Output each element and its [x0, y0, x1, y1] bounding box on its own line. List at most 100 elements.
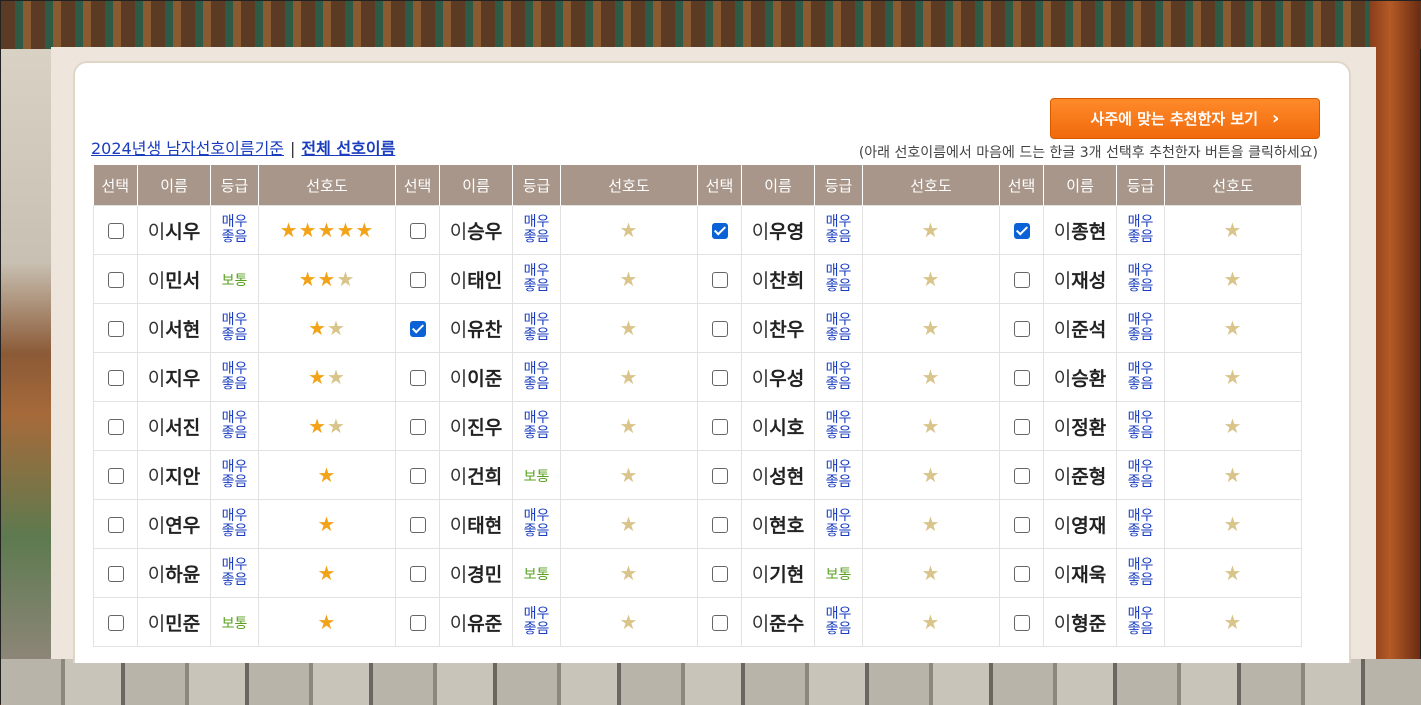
preference-cell: ★ — [258, 450, 396, 500]
name-checkbox[interactable] — [1013, 223, 1030, 239]
half-star-icon: ★ — [619, 267, 639, 291]
name-checkbox[interactable] — [711, 321, 728, 337]
preference-cell: ★ — [560, 205, 698, 255]
grade-badge: 매우 좋음 — [221, 312, 248, 343]
name-checkbox[interactable] — [711, 468, 728, 484]
name-checkbox[interactable] — [711, 370, 728, 386]
name-checkbox[interactable] — [711, 615, 728, 631]
preference-cell: ★ — [1164, 450, 1302, 500]
grade-badge: 매우 좋음 — [221, 459, 248, 490]
grade-badge: 매우 좋음 — [1127, 410, 1154, 441]
given-name: 서현 — [165, 318, 201, 341]
all-preference-link[interactable]: 전체 선호이름 — [301, 139, 395, 158]
grade-badge: 매우 좋음 — [825, 508, 852, 539]
name-checkbox[interactable] — [409, 419, 426, 435]
name-checkbox[interactable] — [1013, 468, 1030, 484]
name-checkbox[interactable] — [711, 223, 728, 239]
grade-cell: 매우 좋음 — [512, 499, 561, 549]
half-star-icon: ★ — [1223, 267, 1243, 291]
grade-cell: 매우 좋음 — [210, 548, 259, 598]
name-checkbox[interactable] — [107, 370, 124, 386]
name-cell: 이우영 — [741, 205, 815, 255]
name-checkbox[interactable] — [409, 272, 426, 288]
header-select: 선택 — [999, 165, 1044, 206]
name-checkbox[interactable] — [711, 272, 728, 288]
name-cell: 이하윤 — [137, 548, 211, 598]
star-rating: ★ — [922, 561, 941, 585]
given-name: 준형 — [1071, 465, 1107, 488]
surname: 이 — [1053, 563, 1072, 586]
name-checkbox[interactable] — [107, 272, 124, 288]
name-checkbox[interactable] — [409, 468, 426, 484]
name-cell: 이유준 — [439, 597, 513, 647]
preference-cell: ★ — [862, 597, 1000, 647]
full-name: 이형준 — [1054, 613, 1106, 635]
table-row: 이지우 매우 좋음 ★★ 이이준 매우 좋음 ★ 이우성 매우 좋음 ★ 이승환 매우 좋음 ★ — [93, 352, 1302, 402]
half-star-icon: ★ — [921, 610, 941, 634]
name-cell: 이민서 — [137, 254, 211, 304]
star-rating: ★ — [620, 561, 639, 585]
select-cell — [697, 254, 742, 304]
name-checkbox[interactable] — [409, 223, 426, 239]
name-checkbox[interactable] — [1013, 419, 1030, 435]
surname: 이 — [751, 514, 770, 537]
header-preference: 선호도 — [862, 165, 1000, 206]
name-cell: 이지우 — [137, 352, 211, 402]
half-star-icon: ★ — [1223, 316, 1243, 340]
name-checkbox[interactable] — [1013, 517, 1030, 533]
half-star-icon: ★ — [1223, 512, 1243, 536]
name-checkbox[interactable] — [711, 419, 728, 435]
name-checkbox[interactable] — [107, 419, 124, 435]
grade-cell: 매우 좋음 — [1116, 450, 1165, 500]
header-select: 선택 — [395, 165, 440, 206]
name-cell: 이기현 — [741, 548, 815, 598]
select-cell — [93, 450, 138, 500]
name-checkbox[interactable] — [409, 615, 426, 631]
grade-cell: 매우 좋음 — [814, 303, 863, 353]
grade-badge: 매우 좋음 — [1127, 557, 1154, 588]
grade-badge: 매우 좋음 — [1127, 263, 1154, 294]
name-checkbox[interactable] — [107, 223, 124, 239]
star-icons: ★ — [317, 512, 337, 536]
name-checkbox[interactable] — [711, 566, 728, 582]
surname: 이 — [751, 269, 770, 292]
name-checkbox[interactable] — [409, 566, 426, 582]
half-star-icon: ★ — [921, 267, 941, 291]
given-name: 우성 — [769, 367, 805, 390]
full-name: 이지우 — [148, 368, 200, 390]
surname: 이 — [449, 514, 468, 537]
name-checkbox[interactable] — [1013, 272, 1030, 288]
half-star-icon: ★ — [921, 218, 941, 242]
name-checkbox[interactable] — [409, 321, 426, 337]
half-star-icon: ★ — [619, 463, 639, 487]
grade-badge: 매우 좋음 — [1127, 459, 1154, 490]
full-name: 이준석 — [1054, 319, 1106, 341]
name-checkbox[interactable] — [711, 517, 728, 533]
star-icons: ★ — [317, 561, 337, 585]
name-checkbox[interactable] — [1013, 321, 1030, 337]
recommend-hanja-button[interactable]: 사주에 맞는 추천한자 보기 › — [1050, 98, 1320, 139]
select-cell — [93, 254, 138, 304]
star-rating: ★ — [922, 414, 941, 438]
name-checkbox[interactable] — [1013, 615, 1030, 631]
name-checkbox[interactable] — [107, 517, 124, 533]
background-roof — [1, 1, 1421, 49]
name-checkbox[interactable] — [409, 370, 426, 386]
given-name: 유준 — [467, 612, 503, 635]
full-name: 이준수 — [752, 613, 804, 635]
surname: 이 — [449, 563, 468, 586]
name-checkbox[interactable] — [107, 321, 124, 337]
name-checkbox[interactable] — [107, 566, 124, 582]
half-star-icon: ★ — [619, 512, 639, 536]
name-checkbox[interactable] — [1013, 370, 1030, 386]
grade-cell: 보통 — [210, 254, 259, 304]
name-checkbox[interactable] — [107, 615, 124, 631]
surname: 이 — [751, 563, 770, 586]
name-checkbox[interactable] — [409, 517, 426, 533]
year-preference-link[interactable]: 2024년생 남자선호이름기준 — [91, 139, 284, 158]
select-cell — [395, 401, 440, 451]
header-name: 이름 — [741, 165, 815, 206]
name-checkbox[interactable] — [1013, 566, 1030, 582]
name-checkbox[interactable] — [107, 468, 124, 484]
star-rating: ★ — [620, 414, 639, 438]
